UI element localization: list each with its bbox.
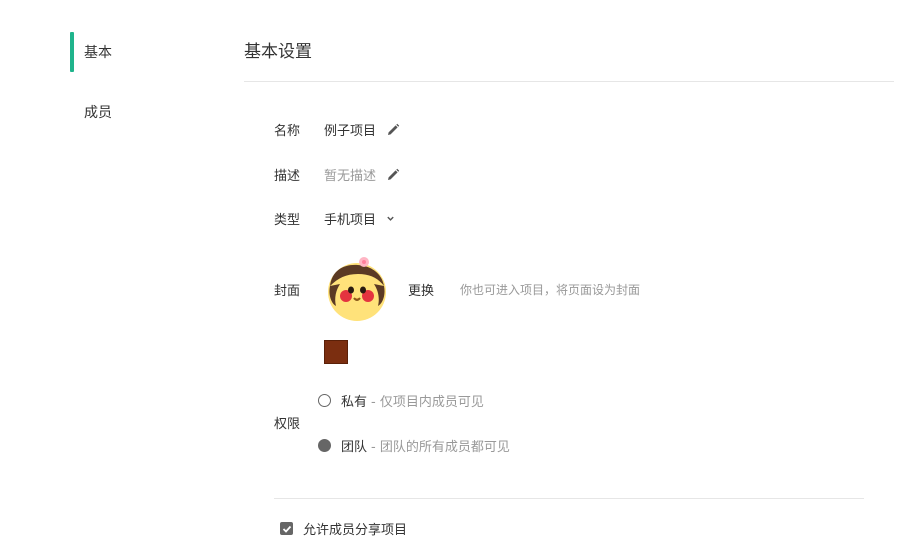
cover-change-button[interactable]: 更换: [408, 280, 434, 299]
pencil-icon[interactable]: [386, 168, 400, 182]
sidebar-item-label: 基本: [84, 45, 112, 61]
cover-hint: 你也可进入项目，将页面设为封面: [460, 283, 641, 297]
type-label: 类型: [274, 213, 301, 228]
title-divider: [244, 81, 894, 82]
permission-team-option[interactable]: 团队 - 团队的所有成员都可见: [318, 436, 510, 455]
cover-label: 封面: [274, 284, 301, 299]
sidebar-item-basic[interactable]: 基本: [70, 32, 180, 72]
type-value: 手机项目: [324, 213, 377, 228]
permission-private-option[interactable]: 私有 - 仅项目内成员可见: [318, 391, 484, 410]
check-icon: [282, 525, 291, 533]
chevron-down-icon: [387, 216, 394, 221]
radio-unchecked-icon[interactable]: [318, 394, 331, 407]
permission-team-title: 团队: [341, 440, 368, 455]
name-text: 例子项目: [324, 124, 377, 139]
description-value: 暂无描述: [324, 165, 400, 184]
allow-share-label: 允许成员分享项目: [303, 523, 408, 538]
page-title: 基本设置: [244, 42, 312, 62]
permission-private-desc: - 仅项目内成员可见: [371, 395, 484, 410]
description-text: 暂无描述: [324, 169, 377, 184]
pencil-icon[interactable]: [386, 123, 400, 137]
sidebar-item-members[interactable]: 成员: [70, 92, 180, 132]
type-select[interactable]: 手机项目: [324, 209, 395, 228]
section-divider: [274, 498, 864, 499]
sidebar-item-label: 成员: [84, 105, 112, 121]
sidebar: 基本 成员: [0, 0, 200, 555]
name-value: 例子项目: [324, 120, 400, 139]
description-label: 描述: [274, 169, 301, 184]
permission-team-desc: - 团队的所有成员都可见: [371, 440, 510, 455]
checkbox-checked-icon[interactable]: [280, 522, 293, 535]
permission-private-title: 私有: [341, 395, 368, 410]
allow-share-checkbox-row[interactable]: 允许成员分享项目: [280, 519, 407, 538]
permission-label: 权限: [274, 417, 301, 432]
cover-color-swatch[interactable]: [324, 340, 348, 364]
cover-image[interactable]: [324, 256, 390, 322]
name-label: 名称: [274, 124, 301, 139]
radio-checked-icon[interactable]: [318, 439, 331, 452]
